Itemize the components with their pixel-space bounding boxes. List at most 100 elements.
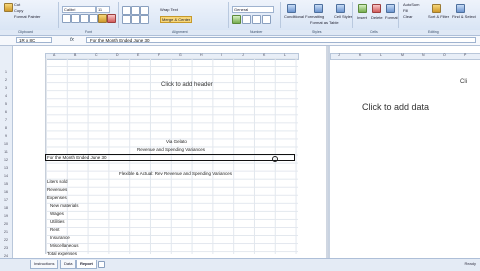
format-table-icon[interactable] xyxy=(314,4,323,13)
autosum-button[interactable]: AutoSum xyxy=(403,2,419,7)
section-title: Flexible & Actual: Rev Revenue and Spend… xyxy=(119,171,232,176)
tab-data[interactable]: Data xyxy=(60,260,77,269)
cell-styles-button[interactable]: Cell Styles xyxy=(334,14,353,19)
active-cell-selection[interactable] xyxy=(45,154,295,161)
right-header-prompt[interactable]: Click to add data xyxy=(362,102,429,112)
align-bottom-icon[interactable] xyxy=(140,6,149,15)
align-top-icon[interactable] xyxy=(122,6,131,15)
row-number[interactable]: 6 xyxy=(0,110,12,114)
format-button[interactable]: Format xyxy=(385,15,398,20)
font-color-icon[interactable] xyxy=(107,14,116,23)
format-painter-button[interactable]: Format Painter xyxy=(14,14,40,19)
cut-button[interactable]: Cut xyxy=(14,2,20,7)
fill-color-icon[interactable] xyxy=(98,14,107,23)
row-number[interactable]: 11 xyxy=(0,150,12,154)
formula-bar: 1R x 8C fx For the Month Ended June 30 xyxy=(0,36,480,46)
tab-instructions[interactable]: Instructions xyxy=(30,260,59,269)
row-number[interactable]: 21 xyxy=(0,230,12,234)
name-box[interactable]: 1R x 8C xyxy=(16,37,52,43)
row-number[interactable]: 9 xyxy=(0,134,12,138)
item-wages: Wages xyxy=(50,211,64,216)
column-letter[interactable]: G xyxy=(179,53,182,57)
row-number[interactable]: 4 xyxy=(0,94,12,98)
row-number[interactable]: 20 xyxy=(0,222,12,226)
insert-icon[interactable] xyxy=(358,4,367,13)
sort-filter-icon[interactable] xyxy=(432,4,441,13)
row-number[interactable]: 14 xyxy=(0,174,12,178)
row-number[interactable]: 8 xyxy=(0,126,12,130)
column-letter[interactable]: J xyxy=(242,53,244,57)
insert-button[interactable]: Insert xyxy=(357,15,367,20)
number-format-dropdown[interactable]: General xyxy=(232,6,274,13)
currency-icon[interactable] xyxy=(232,15,241,24)
header-prompt[interactable]: Click to add header xyxy=(161,82,213,88)
cell-styles-icon[interactable] xyxy=(336,4,345,13)
column-letter[interactable]: E xyxy=(137,53,139,57)
row-number[interactable]: 13 xyxy=(0,166,12,170)
row-number[interactable]: 17 xyxy=(0,198,12,202)
tab-report[interactable]: Report xyxy=(76,260,97,269)
copy-button[interactable]: Copy xyxy=(14,8,23,13)
column-letter[interactable]: L xyxy=(284,53,286,57)
font-size-dropdown[interactable]: 11 xyxy=(96,6,110,13)
row-number[interactable]: 15 xyxy=(0,182,12,186)
row-number[interactable]: 2 xyxy=(0,78,12,82)
align-left-icon[interactable] xyxy=(122,15,131,24)
find-select-button[interactable]: Find & Select xyxy=(452,14,476,19)
row-number[interactable]: 18 xyxy=(0,206,12,210)
row-number[interactable]: 16 xyxy=(0,190,12,194)
align-middle-icon[interactable] xyxy=(131,6,140,15)
column-letter[interactable]: M xyxy=(401,53,404,57)
wrap-text-button[interactable]: Wrap Text xyxy=(160,7,178,12)
row-number[interactable]: 22 xyxy=(0,238,12,242)
align-center-icon[interactable] xyxy=(131,15,140,24)
fill-button[interactable]: Fill xyxy=(403,8,408,13)
column-letter[interactable]: O xyxy=(443,53,446,57)
sort-filter-button[interactable]: Sort & Filter xyxy=(428,14,449,19)
row-number[interactable]: 19 xyxy=(0,214,12,218)
page-layout-left: A B C D E F G H I J K L Click to add header Via Gel… xyxy=(13,46,326,258)
delete-button[interactable]: Delete xyxy=(371,15,383,20)
delete-icon[interactable] xyxy=(372,4,381,13)
row-number[interactable]: 12 xyxy=(0,158,12,162)
row-number[interactable]: 3 xyxy=(0,86,12,90)
column-letter[interactable]: J xyxy=(338,53,340,57)
decimal-icon[interactable] xyxy=(262,15,271,24)
column-letter[interactable]: K xyxy=(263,53,265,57)
merge-center-button[interactable]: Merge & Center xyxy=(160,16,193,23)
insert-sheet-icon[interactable] xyxy=(98,261,105,268)
format-icon[interactable] xyxy=(386,4,395,13)
column-letter[interactable]: C xyxy=(95,53,98,57)
find-select-icon[interactable] xyxy=(456,4,465,13)
borders-icon[interactable] xyxy=(89,14,98,23)
clear-button[interactable]: Clear xyxy=(403,14,413,19)
row-number[interactable]: 23 xyxy=(0,246,12,250)
column-letter[interactable]: B xyxy=(74,53,76,57)
italic-icon[interactable] xyxy=(71,14,80,23)
font-family-dropdown[interactable]: Calibri xyxy=(62,6,96,13)
underline-icon[interactable] xyxy=(80,14,89,23)
column-letter[interactable]: K xyxy=(359,53,361,57)
fx-icon[interactable]: fx xyxy=(70,37,74,44)
column-letter[interactable]: A xyxy=(53,53,55,57)
column-letter[interactable]: P xyxy=(464,53,466,57)
comma-icon[interactable] xyxy=(252,15,261,24)
percent-icon[interactable] xyxy=(242,15,251,24)
row-number[interactable]: 1 xyxy=(0,70,12,74)
bold-icon[interactable] xyxy=(62,14,71,23)
column-letter[interactable]: I xyxy=(221,53,222,57)
align-right-icon[interactable] xyxy=(140,15,149,24)
row-number[interactable]: 7 xyxy=(0,118,12,122)
column-letter[interactable]: H xyxy=(200,53,203,57)
paste-icon[interactable] xyxy=(4,3,13,12)
column-letter[interactable]: F xyxy=(158,53,160,57)
formula-input[interactable]: For the Month Ended June 30 xyxy=(86,37,476,43)
column-letter[interactable]: D xyxy=(116,53,119,57)
column-letter[interactable]: L xyxy=(380,53,382,57)
format-as-table-button[interactable]: Format as Table xyxy=(310,20,339,25)
row-number[interactable]: 10 xyxy=(0,142,12,146)
conditional-formatting-button[interactable]: Conditional Formatting xyxy=(284,14,324,19)
row-number[interactable]: 5 xyxy=(0,102,12,106)
column-letter[interactable]: N xyxy=(422,53,425,57)
conditional-formatting-icon[interactable] xyxy=(287,4,296,13)
